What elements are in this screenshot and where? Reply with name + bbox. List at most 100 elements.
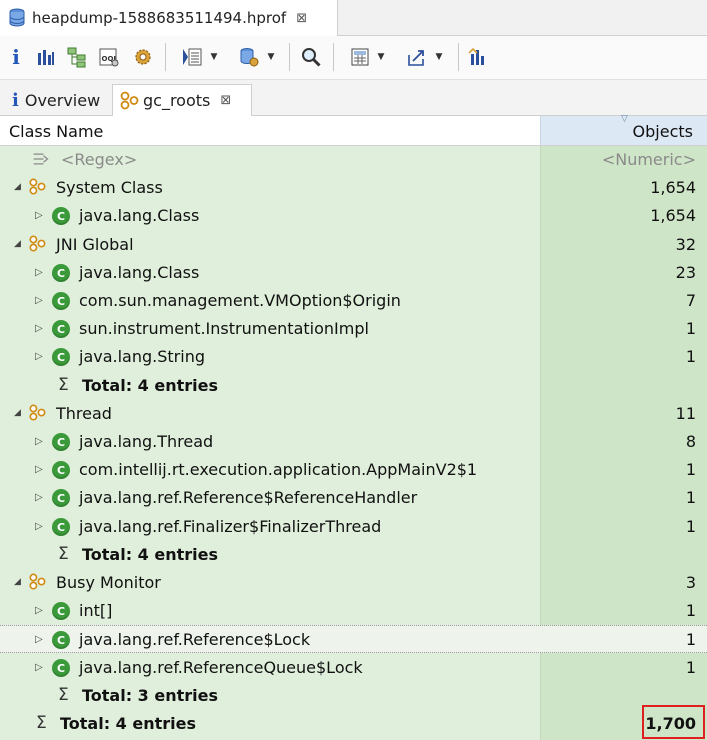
table-row[interactable]: ▷ Ccom.intellij.rt.execution.application.… [0, 456, 707, 484]
chevron-down-icon: ▼ [435, 52, 443, 62]
sigma-icon: Σ [58, 685, 69, 705]
class-name-label: java.lang.ref.ReferenceQueue$Lock [79, 658, 363, 677]
table-header: Class Name ▽ Objects [0, 114, 707, 146]
numeric-filter-input[interactable]: <Numeric> [602, 150, 696, 169]
collapsed-toggle-icon[interactable]: ▷ [35, 464, 43, 475]
collapsed-toggle-icon[interactable]: ▷ [35, 634, 43, 645]
table-row[interactable]: ▷ Ccom.sun.management.VMOption$Origin 7 [0, 287, 707, 315]
table-row[interactable]: ▷ Cjava.lang.ref.Finalizer$FinalizerThrea… [0, 513, 707, 541]
expanded-toggle-icon[interactable]: ◢ [14, 239, 21, 249]
collapsed-toggle-icon[interactable]: ▷ [35, 323, 43, 334]
gc-root-group-label: Busy Monitor [56, 573, 161, 592]
class-icon: C [52, 518, 70, 536]
gc-root-group-label: System Class [56, 178, 163, 197]
class-icon: C [52, 602, 70, 620]
info-icon: i [12, 45, 20, 69]
query-browser-icon [182, 48, 202, 66]
objects-count: 7 [685, 291, 696, 310]
class-name-label: java.lang.ref.Reference$Lock [79, 630, 311, 649]
table-row[interactable]: ▷ Cjava.lang.ref.Reference$Lock 1 [0, 625, 707, 653]
toolbar-separator [333, 43, 334, 71]
gc-root-group-row[interactable]: ◢ System Class 1,654 [0, 174, 707, 202]
gc-root-icon [29, 404, 46, 421]
objects-count: 1 [685, 319, 696, 338]
grand-total-row: Σ Total: 4 entries 1,700 [0, 710, 707, 738]
total-row: Σ Total: 4 entries [0, 541, 707, 569]
objects-count: 3 [685, 573, 696, 592]
filter-row[interactable]: <Regex> <Numeric> [0, 146, 707, 174]
class-icon: C [52, 631, 70, 649]
heap-dump-overview-dropdown[interactable]: ▼ [230, 44, 282, 70]
expanded-toggle-icon[interactable]: ◢ [14, 182, 21, 192]
gc-root-group-label: JNI Global [56, 235, 134, 254]
toolbar: i OQL ▼ ▼ ▼ ▼ [0, 36, 707, 80]
class-name-label: com.intellij.rt.execution.application.Ap… [79, 460, 478, 479]
database-gear-icon [240, 48, 259, 67]
total-row: Σ Total: 4 entries [0, 372, 707, 400]
objects-count: 1 [685, 601, 696, 620]
gc-root-group-row[interactable]: ◢ JNI Global 32 [0, 231, 707, 259]
collapsed-toggle-icon[interactable]: ▷ [35, 492, 43, 503]
search-button[interactable] [298, 44, 324, 70]
export-dropdown[interactable]: ▼ [398, 44, 450, 70]
class-name-label: java.lang.Thread [79, 432, 214, 451]
collapsed-toggle-icon[interactable]: ▷ [35, 521, 43, 532]
toolbar-separator [458, 43, 459, 71]
info-button[interactable]: i [6, 44, 26, 70]
class-icon: C [52, 207, 70, 225]
collapsed-toggle-icon[interactable]: ▷ [35, 210, 43, 221]
group-by-icon [468, 47, 484, 65]
close-icon[interactable]: ⊠ [296, 11, 307, 26]
objects-count: 1 [685, 460, 696, 479]
total-entries-label: Total: 4 entries [82, 545, 219, 564]
table-row[interactable]: ▷ Cjava.lang.String 1 [0, 343, 707, 371]
column-header-objects[interactable]: ▽ Objects [540, 114, 707, 145]
collapsed-toggle-icon[interactable]: ▷ [35, 295, 43, 306]
group-by-button[interactable] [466, 44, 492, 70]
settings-button[interactable] [130, 44, 156, 70]
table-row[interactable]: ▷ Cjava.lang.Class 23 [0, 259, 707, 287]
collapsed-toggle-icon[interactable]: ▷ [35, 351, 43, 362]
table-row[interactable]: ▷ Cint[] 1 [0, 597, 707, 625]
tab-overview[interactable]: i Overview [4, 84, 112, 116]
calculate-retained-dropdown[interactable]: ▼ [342, 44, 392, 70]
query-browser-dropdown[interactable]: ▼ [174, 44, 224, 70]
class-name-label: com.sun.management.VMOption$Origin [79, 291, 401, 310]
gc-root-group-row[interactable]: ◢ Thread 11 [0, 400, 707, 428]
table-row[interactable]: ▷ Cjava.lang.Class 1,654 [0, 202, 707, 230]
table-row[interactable]: ▷ Cjava.lang.ref.ReferenceQueue$Lock 1 [0, 654, 707, 682]
class-icon: C [52, 461, 70, 479]
expanded-toggle-icon[interactable]: ◢ [14, 577, 21, 587]
sigma-icon: Σ [36, 713, 47, 733]
dominator-tree-button[interactable] [64, 44, 90, 70]
tab-gc-roots[interactable]: gc_roots ⊠ [112, 84, 252, 116]
regex-filter-icon [33, 153, 49, 165]
sigma-icon: Σ [58, 544, 69, 564]
gc-root-group-row[interactable]: ◢ Busy Monitor 3 [0, 569, 707, 597]
editor-tab-bar: heapdump-1588683511494.hprof ⊠ [0, 0, 707, 36]
objects-count: 32 [675, 235, 696, 254]
table-row[interactable]: ▷ Csun.instrument.InstrumentationImpl 1 [0, 315, 707, 343]
collapsed-toggle-icon[interactable]: ▷ [35, 662, 43, 673]
column-header-class-name[interactable]: Class Name [9, 122, 103, 141]
table-row[interactable]: ▷ Cjava.lang.ref.Reference$ReferenceHandl… [0, 484, 707, 512]
collapsed-toggle-icon[interactable]: ▷ [35, 605, 43, 616]
result-tab-bar: i Overview gc_roots ⊠ [0, 80, 707, 116]
class-name-label: java.lang.Class [79, 206, 200, 225]
grand-total-label: Total: 4 entries [60, 714, 197, 733]
class-icon: C [52, 292, 70, 310]
collapsed-toggle-icon[interactable]: ▷ [35, 436, 43, 447]
chevron-down-icon: ▼ [210, 52, 218, 62]
sigma-icon: Σ [58, 375, 69, 395]
collapsed-toggle-icon[interactable]: ▷ [35, 267, 43, 278]
editor-tab-heapdump[interactable]: heapdump-1588683511494.hprof ⊠ [0, 0, 338, 36]
table-row[interactable]: ▷ Cjava.lang.Thread 8 [0, 428, 707, 456]
database-icon [8, 8, 26, 28]
oql-button[interactable]: OQL [96, 44, 122, 70]
histogram-button[interactable] [34, 44, 58, 70]
expanded-toggle-icon[interactable]: ◢ [14, 408, 21, 418]
close-icon[interactable]: ⊠ [220, 93, 231, 108]
gear-icon [135, 49, 151, 65]
regex-filter-input[interactable]: <Regex> [61, 150, 137, 169]
gc-root-icon [29, 178, 46, 195]
